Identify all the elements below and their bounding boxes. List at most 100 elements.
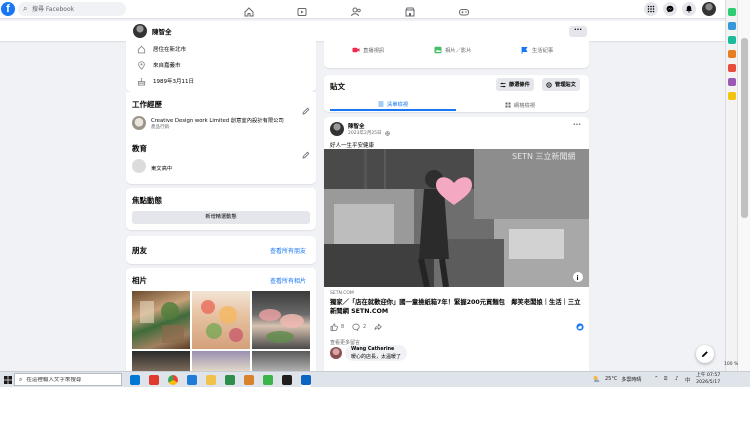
taskbar-app-icon[interactable] — [130, 375, 140, 385]
home-icon[interactable] — [243, 3, 255, 17]
extension-icon[interactable] — [728, 78, 736, 86]
list-icon — [378, 101, 384, 107]
add-featured-button[interactable]: 新增精選動態 — [132, 211, 310, 224]
see-all-friends-link[interactable]: 查看所有朋友 — [270, 246, 306, 255]
intro-item-residence: 居住在新北市 — [136, 44, 186, 54]
live-video-action[interactable]: 直播視訊 — [352, 46, 384, 54]
photo-thumbnail[interactable] — [132, 291, 190, 349]
scrollbar-thumb[interactable] — [741, 38, 748, 218]
photo-thumbnail[interactable] — [252, 291, 310, 349]
page-scrollbar[interactable] — [737, 0, 750, 371]
extension-icon[interactable] — [728, 8, 736, 16]
life-event-action[interactable]: 生活紀事 — [521, 46, 553, 54]
live-video-icon — [352, 46, 360, 54]
extension-icon[interactable] — [728, 36, 736, 44]
taskbar-app-icon[interactable] — [282, 375, 292, 385]
taskbar-clock[interactable]: 上午 07:57 2026/5/17 — [696, 373, 720, 386]
messenger-icon[interactable] — [663, 2, 677, 16]
like-button[interactable]: 8 — [330, 323, 344, 331]
search-input[interactable] — [32, 4, 122, 14]
post-author-avatar[interactable] — [330, 122, 344, 136]
comment-button[interactable]: 2 — [352, 323, 366, 331]
taskbar-app-icon[interactable] — [244, 375, 254, 385]
screen: f ⌕ 搜尋 Facebook 陳智全 ··· 居住在新北市 來自嘉義市 198… — [0, 0, 750, 422]
school-name[interactable]: 東文高中 — [151, 164, 172, 172]
search-box[interactable]: ⌕ — [18, 2, 126, 16]
windows-start-icon[interactable] — [4, 376, 12, 384]
extension-icon[interactable] — [728, 22, 736, 30]
company-name[interactable]: Creative Design work Limited 創意室內設計有限公司 — [151, 116, 284, 124]
search-icon: ⌕ — [19, 375, 23, 383]
ime-indicator[interactable]: 中 — [685, 376, 691, 384]
intro-item-text: 1989年3月11日 — [153, 79, 194, 85]
tab-grid-view[interactable]: 網格檢視 — [457, 99, 583, 111]
post-timestamp[interactable]: 2023年2月25日 — [348, 130, 390, 136]
taskbar-weather[interactable]: 25°C 多雲時晴 — [592, 375, 641, 383]
network-icon[interactable]: ⌸ — [664, 376, 667, 383]
taskbar-app-icon[interactable] — [225, 375, 235, 385]
edit-education-pencil-icon[interactable] — [302, 144, 310, 159]
post-options-button[interactable]: ··· — [573, 121, 581, 129]
manage-posts-label: 管理貼文 — [555, 82, 576, 88]
clock-date: 2026/5/17 — [696, 379, 721, 385]
public-globe-icon — [384, 130, 390, 136]
commenter-name[interactable]: Wang Catherine — [351, 347, 401, 352]
clock-time: 上午 07:57 — [696, 373, 721, 378]
photo-thumbnail[interactable] — [132, 351, 190, 371]
profile-name[interactable]: 陳智全 — [152, 26, 172, 36]
taskbar-app-icon[interactable] — [187, 375, 197, 385]
featured-section-title: 焦點動態 — [132, 196, 162, 205]
top-navigation: f ⌕ — [0, 0, 725, 19]
shared-link-image[interactable]: SETN 三立新聞網 i — [324, 149, 589, 287]
menu-grid-icon[interactable] — [644, 2, 658, 16]
comment-count: 2 — [363, 324, 367, 330]
notifications-icon[interactable] — [682, 2, 696, 16]
post-author-name[interactable]: 陳智全 — [348, 122, 365, 130]
reaction-summary[interactable] — [576, 323, 587, 331]
tab-list-view[interactable]: 清單檢視 — [330, 99, 456, 111]
file-explorer-icon[interactable] — [206, 375, 216, 385]
photo-thumbnail[interactable] — [192, 291, 250, 349]
taskbar-app-icon[interactable] — [149, 375, 159, 385]
commenter-avatar[interactable] — [330, 347, 342, 359]
company-logo[interactable] — [132, 116, 146, 130]
extension-icon[interactable] — [728, 92, 736, 100]
gaming-icon[interactable] — [458, 3, 470, 16]
edit-work-pencil-icon[interactable] — [302, 100, 310, 115]
extension-icon[interactable] — [728, 64, 736, 72]
comment-bubble: Wang Catherine 暖心的店長，太溫暖了 — [345, 345, 408, 361]
facebook-logo[interactable]: f — [1, 2, 15, 16]
filter-button[interactable]: 篩選條件 — [496, 78, 534, 91]
education-section-title: 教育 — [132, 144, 147, 153]
school-logo[interactable] — [132, 159, 146, 173]
extension-icon[interactable] — [728, 50, 736, 58]
taskbar-search-input[interactable] — [26, 376, 117, 383]
taskbar-app-icon[interactable] — [301, 375, 311, 385]
profile-more-button[interactable]: ··· — [569, 26, 587, 37]
watch-icon[interactable] — [296, 3, 308, 16]
friends-icon[interactable] — [350, 3, 362, 17]
manage-posts-button[interactable]: 管理貼文 — [542, 78, 580, 91]
thumbs-up-icon — [330, 323, 338, 331]
photo-video-icon — [434, 46, 442, 54]
link-domain[interactable]: SETN.COM — [330, 291, 354, 296]
see-all-photos-link[interactable]: 查看所有相片 — [270, 276, 306, 285]
photo-thumbnail[interactable] — [192, 351, 250, 371]
line-icon[interactable] — [263, 375, 273, 385]
share-button[interactable] — [374, 323, 385, 331]
volume-icon[interactable]: ♪ — [675, 376, 679, 382]
new-message-button[interactable] — [696, 345, 714, 363]
photo-thumbnail[interactable] — [252, 351, 310, 371]
link-title[interactable]: 獨家／「店在就歡迎你」國一童撿紙箱7年！緊握200元買麵包 鄰笑老闆娘｜生活｜三… — [330, 298, 585, 316]
profile-avatar[interactable] — [133, 24, 147, 38]
birthday-cake-icon — [136, 76, 146, 86]
marketplace-icon[interactable] — [404, 3, 416, 17]
chrome-icon[interactable] — [168, 375, 178, 385]
taskbar-search-box[interactable]: ⌕ — [14, 373, 122, 386]
gear-icon — [546, 81, 552, 88]
comment-icon — [352, 323, 360, 331]
tray-chevron-icon[interactable]: ⌃ — [654, 376, 659, 382]
intro-item-hometown: 來自嘉義市 — [136, 60, 181, 70]
photo-video-action[interactable]: 相片／影片 — [434, 46, 472, 54]
account-avatar[interactable] — [702, 2, 716, 16]
